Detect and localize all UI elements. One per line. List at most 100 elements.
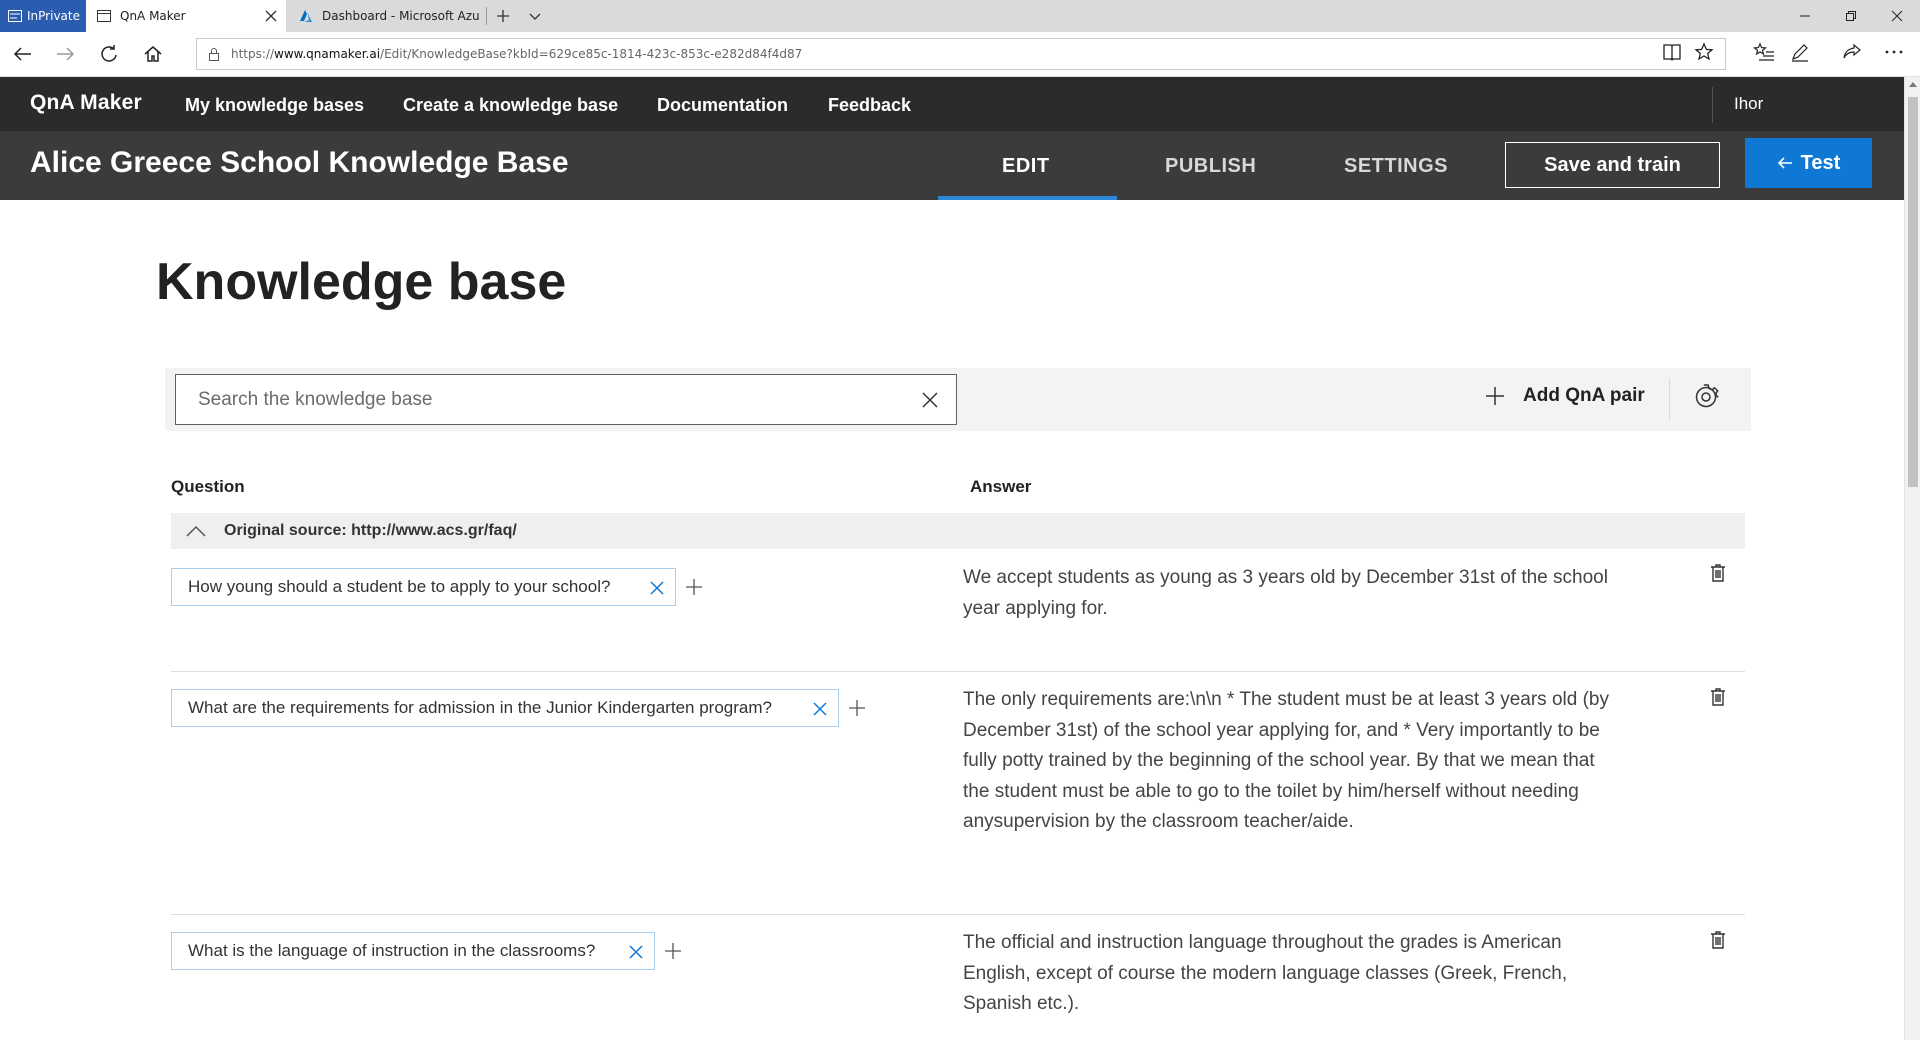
web-note-button[interactable] <box>1788 40 1812 64</box>
lock-icon <box>209 48 219 61</box>
active-tab-indicator <box>938 196 1117 200</box>
inprivate-badge: InPrivate <box>0 0 86 32</box>
top-navigation: QnA Maker My knowledge bases Create a kn… <box>0 77 1904 131</box>
add-qna-pair-button[interactable]: Add QnA pair <box>1485 385 1645 407</box>
tab-divider <box>486 7 487 25</box>
restore-button[interactable] <box>1828 0 1874 32</box>
plus-icon <box>1486 387 1504 405</box>
favorites-hub-button[interactable] <box>1752 40 1776 64</box>
knowledge-base-bar: Alice Greece School Knowledge Base EDIT … <box>0 131 1904 200</box>
browser-tab-azure-dashboard[interactable]: Dashboard - Microsoft Azu <box>288 0 484 32</box>
nav-documentation[interactable]: Documentation <box>657 95 788 116</box>
book-icon <box>1663 44 1681 61</box>
pen-icon <box>1791 44 1808 62</box>
url-path: /Edit/KnowledgeBase?kbId=629ce85c-1814-4… <box>380 47 803 61</box>
minimize-button[interactable] <box>1782 0 1828 32</box>
save-and-train-button[interactable]: Save and train <box>1505 142 1720 188</box>
refresh-button[interactable] <box>96 41 122 67</box>
question-text: What are the requirements for admission … <box>188 698 772 717</box>
test-button[interactable]: Test <box>1745 138 1872 188</box>
row-divider <box>171 914 1745 915</box>
trash-icon[interactable] <box>1710 930 1726 950</box>
add-question-icon[interactable] <box>664 942 682 960</box>
browser-tab-strip: InPrivate QnA Maker Dashboard - Microsof… <box>0 0 1920 32</box>
scrollbar-thumb[interactable] <box>1908 97 1918 487</box>
restore-icon <box>1846 11 1856 21</box>
brand-logo[interactable]: QnA Maker <box>30 91 142 115</box>
minimize-icon <box>1800 15 1810 17</box>
close-icon[interactable] <box>812 701 828 717</box>
more-button[interactable] <box>1882 40 1906 64</box>
tab-publish[interactable]: PUBLISH <box>1165 155 1256 178</box>
tab-title: QnA Maker <box>120 9 186 23</box>
answer-text[interactable]: We accept students as young as 3 years o… <box>963 563 1623 624</box>
close-window-button[interactable] <box>1874 0 1920 32</box>
tab-settings[interactable]: SETTINGS <box>1344 155 1448 178</box>
question-chip[interactable]: What are the requirements for admission … <box>171 689 839 727</box>
question-text: How young should a student be to apply t… <box>188 577 611 596</box>
toolbar-divider <box>1669 378 1670 420</box>
question-text: What is the language of instruction in t… <box>188 941 596 960</box>
row-divider <box>171 671 1745 672</box>
gear-icon[interactable] <box>1692 383 1720 411</box>
user-divider <box>1712 87 1713 123</box>
add-question-icon[interactable] <box>685 578 703 596</box>
favorite-button[interactable] <box>1692 40 1716 64</box>
tab-title: Dashboard - Microsoft Azu <box>322 9 480 23</box>
kb-title: Alice Greece School Knowledge Base <box>30 146 569 179</box>
nav-feedback[interactable]: Feedback <box>828 95 911 116</box>
chevron-up-icon[interactable] <box>185 524 207 538</box>
question-column-header: Question <box>171 477 245 496</box>
chevron-down-icon[interactable] <box>524 8 546 24</box>
browser-address-row: https://www.qnamaker.ai/Edit/KnowledgeBa… <box>0 32 1920 77</box>
share-icon <box>1843 43 1861 59</box>
chevron-up-icon[interactable] <box>1909 81 1917 87</box>
url-host: www.qnamaker.ai <box>274 47 381 61</box>
arrow-left-icon <box>13 47 31 61</box>
trash-icon[interactable] <box>1710 563 1726 583</box>
star-icon <box>1694 42 1714 61</box>
question-chip[interactable]: How young should a student be to apply t… <box>171 568 676 606</box>
browser-tab-qna-maker[interactable]: QnA Maker <box>86 0 286 32</box>
home-icon <box>144 46 162 62</box>
home-button[interactable] <box>140 41 166 67</box>
new-tab-icon[interactable] <box>492 8 514 24</box>
trash-icon[interactable] <box>1710 687 1726 707</box>
add-qna-pair-label: Add QnA pair <box>1523 385 1645 406</box>
close-icon <box>1891 10 1903 22</box>
forward-button[interactable] <box>52 41 78 67</box>
search-box[interactable] <box>175 374 957 425</box>
refresh-icon <box>101 45 117 62</box>
source-group-header[interactable]: Original source: http://www.acs.gr/faq/ <box>171 513 1745 549</box>
search-input[interactable] <box>176 379 876 420</box>
close-icon[interactable] <box>649 580 665 596</box>
page-title: Knowledge base <box>156 253 567 311</box>
favorites-list-icon <box>1753 42 1774 61</box>
kb-toolbar: Add QnA pair <box>165 368 1751 431</box>
page-icon <box>97 10 111 22</box>
more-icon <box>1885 50 1903 54</box>
inprivate-label: InPrivate <box>27 9 80 23</box>
url-prefix: https:// <box>231 47 275 61</box>
arrow-right-icon <box>57 47 75 61</box>
answer-column-header: Answer <box>970 477 1032 496</box>
reading-view-button[interactable] <box>1660 40 1684 64</box>
close-icon[interactable] <box>922 392 938 408</box>
close-icon[interactable] <box>264 9 278 23</box>
nav-my-knowledge-bases[interactable]: My knowledge bases <box>185 95 364 116</box>
add-question-icon[interactable] <box>848 699 866 717</box>
test-label: Test <box>1800 151 1841 174</box>
page-scrollbar[interactable] <box>1904 77 1920 1040</box>
tab-edit[interactable]: EDIT <box>1002 155 1050 178</box>
user-name[interactable]: Ihor <box>1734 94 1763 114</box>
arrow-left-icon <box>1777 157 1792 169</box>
question-chip[interactable]: What is the language of instruction in t… <box>171 932 655 970</box>
back-button[interactable] <box>10 41 36 67</box>
azure-icon <box>300 10 312 22</box>
address-bar[interactable]: https://www.qnamaker.ai/Edit/KnowledgeBa… <box>196 38 1726 70</box>
close-icon[interactable] <box>628 944 644 960</box>
nav-create-knowledge-base[interactable]: Create a knowledge base <box>403 95 618 116</box>
answer-text[interactable]: The official and instruction language th… <box>963 928 1623 1020</box>
answer-text[interactable]: The only requirements are:\n\n * The stu… <box>963 685 1623 838</box>
share-button[interactable] <box>1840 40 1864 64</box>
